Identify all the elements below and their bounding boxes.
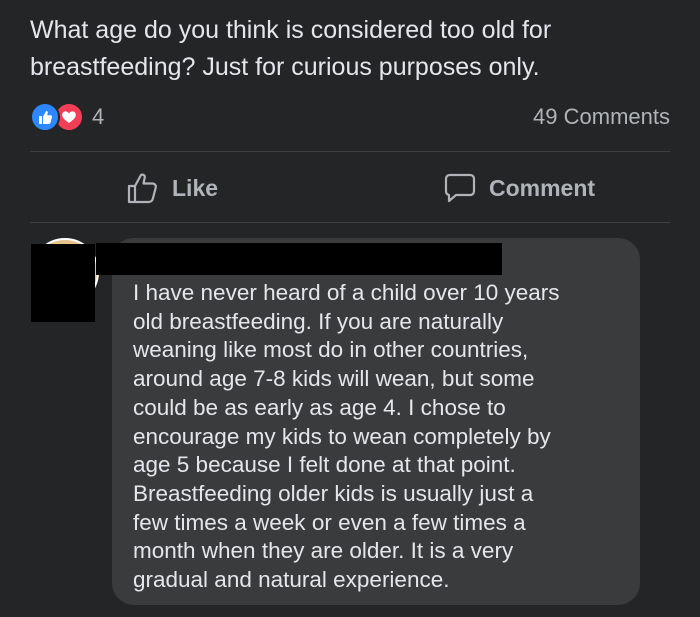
comment-label: Comment	[489, 174, 596, 201]
commenter-avatar[interactable]	[31, 238, 99, 322]
post-text: What age do you think is considered too …	[30, 16, 552, 81]
like-button[interactable]: Like	[126, 168, 218, 208]
comment-text: I have never heard of a child over 10 ye…	[133, 280, 560, 593]
comment-icon	[444, 173, 476, 203]
thumbs-up-icon	[127, 173, 157, 204]
divider	[30, 222, 670, 223]
reactions-summary[interactable]: 4	[30, 100, 104, 134]
redaction-box	[31, 244, 95, 322]
divider	[30, 151, 670, 152]
commenter-name-redaction	[96, 243, 502, 275]
reaction-count: 4	[92, 104, 105, 129]
like-label: Like	[172, 174, 219, 201]
comments-count-link[interactable]: 49 Comments	[533, 100, 670, 134]
like-icon	[30, 102, 60, 132]
comment-button[interactable]: Comment	[443, 168, 595, 208]
